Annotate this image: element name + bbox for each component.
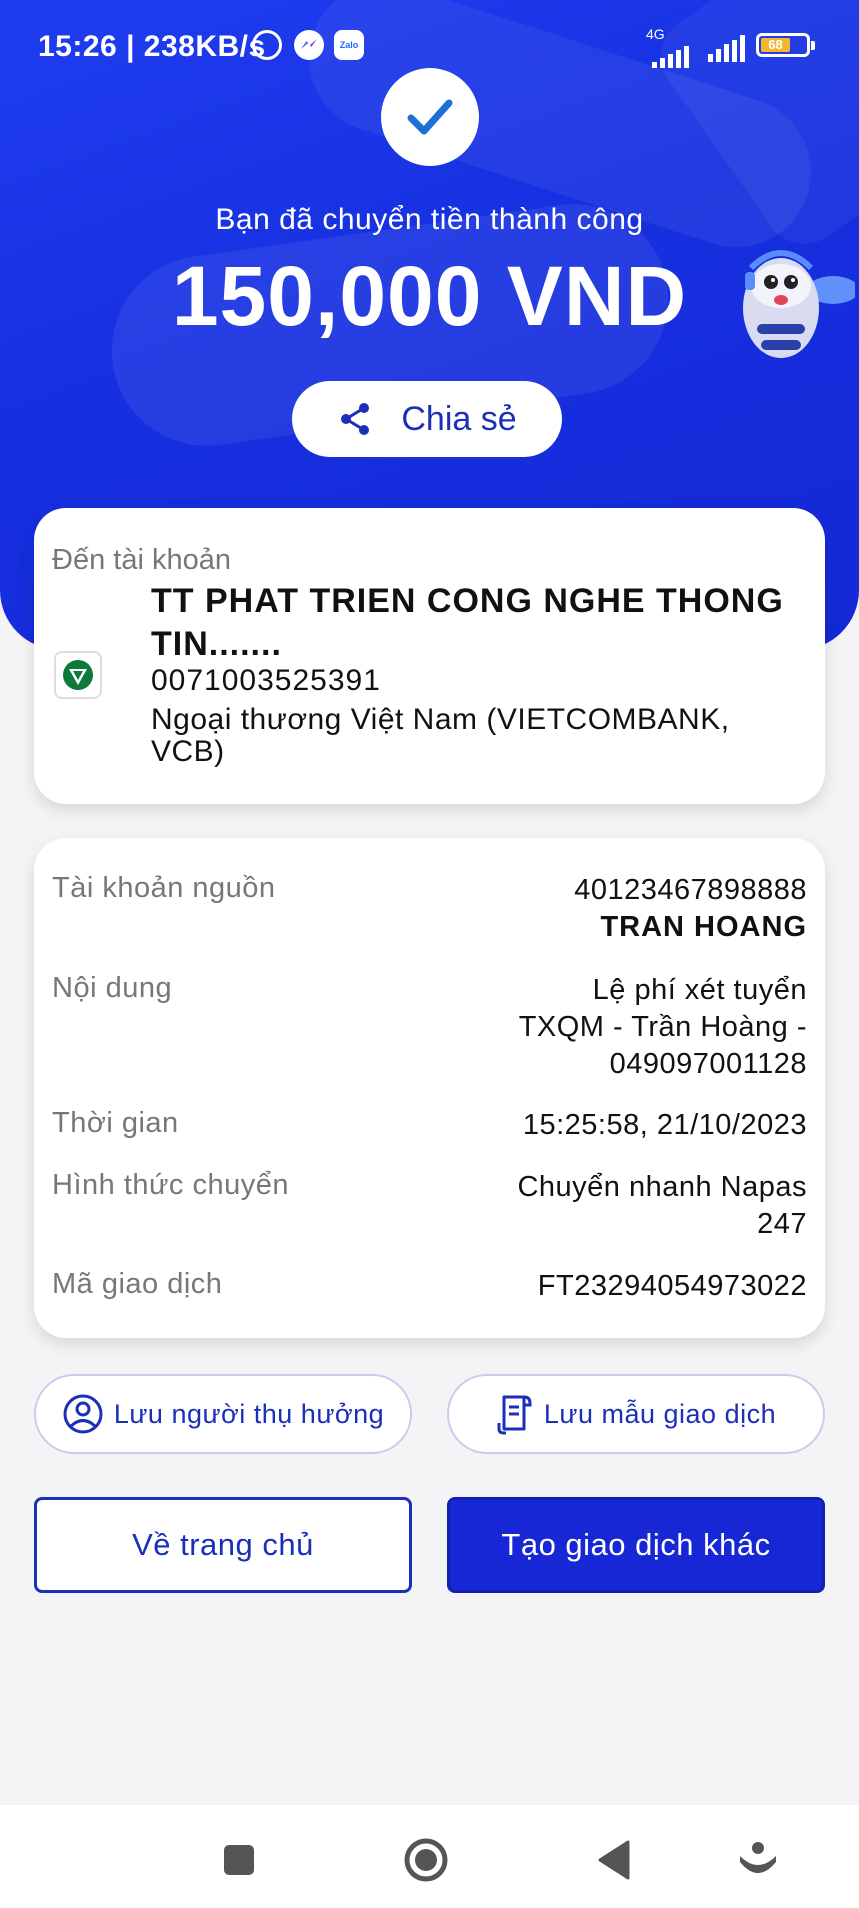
check-icon <box>407 99 453 135</box>
home-button-label: Về trang chủ <box>132 1527 314 1562</box>
new-transaction-label: Tạo giao dịch khác <box>501 1527 771 1562</box>
signal-icon <box>708 34 745 62</box>
square-icon <box>224 1845 254 1875</box>
battery-icon: 68 <box>756 33 815 57</box>
time-value: 15:25:58, 21/10/2023 <box>522 1109 807 1141</box>
destination-name: TT PHAT TRIEN CONG NGHE THONG TIN....... <box>151 582 784 663</box>
content-label: Nội dung <box>52 972 173 1004</box>
save-template-label: Lưu mẫu giao dịch <box>543 1398 777 1429</box>
bank-logo-glyph <box>63 660 93 690</box>
destination-card: Đến tài khoản TT PHAT TRIEN CONG NGHE TH… <box>34 508 825 804</box>
method-label: Hình thức chuyển <box>52 1169 289 1201</box>
nav-home-button[interactable] <box>401 1835 451 1885</box>
messenger-icon <box>294 30 324 60</box>
mascot-illustration <box>743 250 855 358</box>
success-badge <box>381 68 479 166</box>
source-account-label: Tài khoản nguồn <box>52 872 276 904</box>
destination-label: Đến tài khoản <box>52 544 231 576</box>
content-line: 049097001128 <box>609 1048 807 1080</box>
nav-recents-button[interactable] <box>214 1835 264 1885</box>
transaction-id-label: Mã giao dịch <box>52 1268 223 1300</box>
source-account-number: 40123467898888 <box>574 874 807 906</box>
new-transaction-button[interactable]: Tạo giao dịch khác <box>447 1497 825 1593</box>
status-time: 15:26 | 238KB/s <box>38 30 266 63</box>
content-line: Lệ phí xét tuyển <box>592 974 807 1006</box>
home-button[interactable]: Về trang chủ <box>34 1497 412 1593</box>
home-circle-icon <box>404 1838 448 1882</box>
destination-bank: Ngoại thương Việt Nam (VIETCOMBANK, VCB) <box>151 703 730 768</box>
nav-back-button[interactable] <box>589 1835 639 1885</box>
save-beneficiary-button[interactable]: Lưu người thụ hưởng <box>34 1374 412 1454</box>
method-line: Chuyển nhanh Napas <box>517 1171 807 1203</box>
vietcombank-logo-icon <box>54 651 102 699</box>
assistant-icon <box>740 1842 776 1873</box>
alarm-icon <box>252 30 282 60</box>
transaction-details-card: Tài khoản nguồn 40123467898888 TRAN HOAN… <box>34 838 825 1338</box>
share-label: Chia sẻ <box>401 399 517 438</box>
system-navigation-bar <box>0 1805 859 1908</box>
save-beneficiary-label: Lưu người thụ hưởng <box>113 1398 385 1429</box>
signal-icon <box>652 40 689 68</box>
method-value: Chuyển nhanh Napas 247 <box>517 1169 807 1243</box>
source-account-name: TRAN HOANG <box>600 911 807 943</box>
source-account-name-wrap: TRAN HOANG <box>574 909 807 946</box>
zalo-icon: Zalo <box>334 30 364 60</box>
back-triangle-icon <box>598 1840 630 1880</box>
content-value: Lệ phí xét tuyển TXQM - Trần Hoàng - 049… <box>519 972 807 1083</box>
share-button[interactable]: Chia sẻ <box>292 381 562 457</box>
save-template-button[interactable]: Lưu mẫu giao dịch <box>447 1374 825 1454</box>
user-circle-icon <box>63 1394 103 1434</box>
share-icon <box>341 403 370 435</box>
source-account-value: 40123467898888 TRAN HOANG <box>574 872 807 946</box>
receipt-icon <box>497 1395 532 1435</box>
transaction-id-value: FT23294054973022 <box>537 1270 807 1302</box>
method-line: 247 <box>757 1208 807 1240</box>
time-label: Thời gian <box>52 1107 179 1139</box>
battery-level: 68 <box>761 38 791 52</box>
destination-account-number: 0071003525391 <box>151 664 381 697</box>
nav-assistant-button[interactable] <box>733 1835 783 1885</box>
content-line: TXQM - Trần Hoàng - <box>518 1011 807 1043</box>
